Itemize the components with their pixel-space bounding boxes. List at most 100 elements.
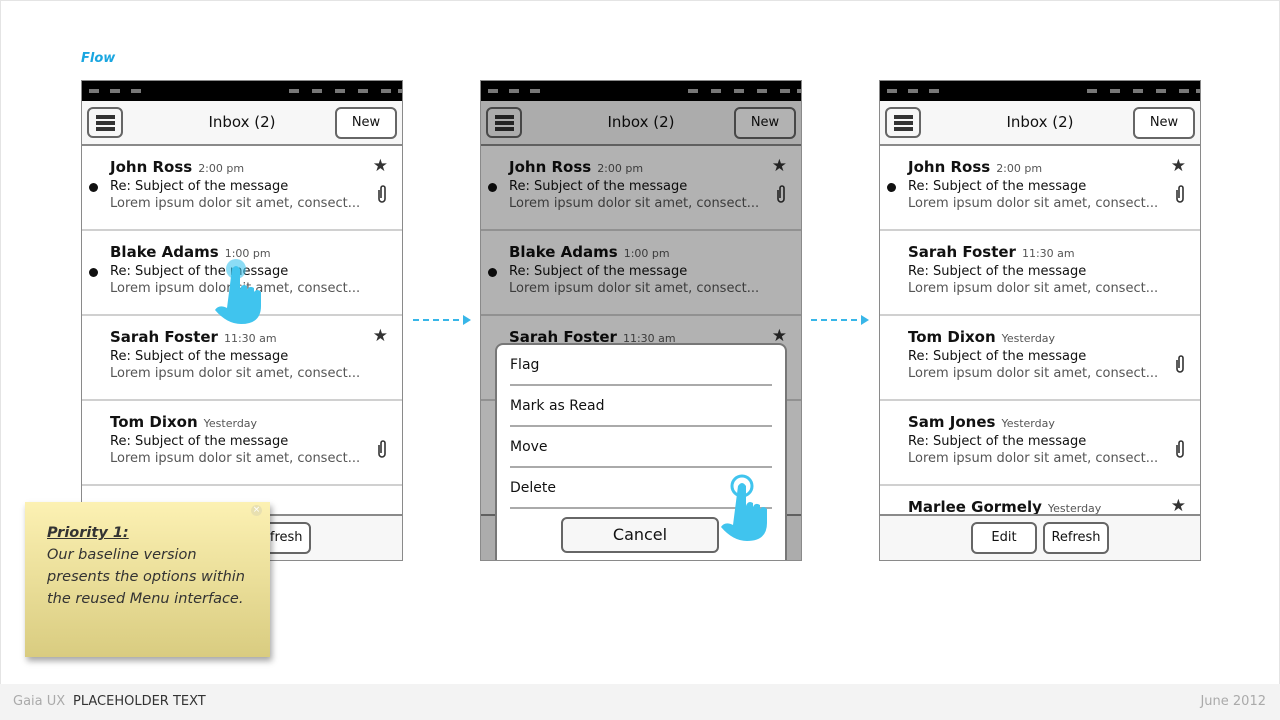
status-indicator — [1196, 89, 1200, 93]
status-indicator — [1110, 89, 1120, 93]
menu-item-flag[interactable]: Flag — [510, 345, 772, 386]
sender: Sam Jones — [908, 413, 996, 431]
unread-dot-icon — [89, 183, 98, 192]
star-icon[interactable]: ★ — [373, 156, 388, 176]
message-time: 2:00 pm — [996, 162, 1043, 175]
sender: Tom Dixon — [908, 328, 996, 346]
status-indicator — [110, 89, 120, 93]
unread-dot-icon — [89, 268, 98, 277]
message-row[interactable]: Tom Dixon Yesterday Re: Subject of the mes… — [82, 401, 402, 486]
sender-name: Sam Jones Yesterday — [908, 413, 1055, 431]
sender: Sarah Foster — [908, 243, 1016, 261]
sticky-heading: Priority 1: — [47, 525, 129, 541]
message-row[interactable]: Sarah Foster 11:30 am Re: Subject of the m… — [880, 231, 1200, 316]
message-time: 11:30 am — [1021, 247, 1075, 260]
tap-hand-icon — [215, 259, 261, 324]
sender-name: Tom Dixon Yesterday — [110, 413, 257, 431]
status-indicator — [1156, 89, 1166, 93]
status-indicator — [757, 89, 767, 93]
message-subject: Re: Subject of the message — [110, 349, 289, 364]
footer-brand: Gaia UX — [13, 694, 66, 709]
footer-toolbar: EditRefresh — [880, 514, 1200, 560]
message-preview: Lorem ipsum dolor sit amet, consect... — [908, 196, 1159, 211]
status-bar — [880, 81, 1200, 101]
close-icon[interactable]: × — [251, 505, 262, 516]
unread-dot-icon — [887, 183, 896, 192]
status-bar — [82, 81, 402, 101]
star-icon[interactable]: ★ — [1171, 156, 1186, 176]
message-subject: Re: Subject of the message — [908, 349, 1087, 364]
sender-name: Tom Dixon Yesterday — [908, 328, 1055, 346]
message-subject: Re: Subject of the message — [908, 264, 1087, 279]
message-time: Yesterday — [1001, 332, 1056, 345]
message-subject: Re: Subject of the message — [908, 434, 1087, 449]
message-row[interactable]: Tom Dixon Yesterday Re: Subject of the mes… — [880, 316, 1200, 401]
message-time: Yesterday — [1001, 417, 1055, 430]
menu-item-move[interactable]: Move — [510, 427, 772, 468]
status-indicator — [509, 89, 519, 93]
cancel-button[interactable]: Cancel — [561, 517, 719, 553]
status-indicator — [381, 89, 391, 93]
attachment-icon — [376, 184, 388, 208]
edit-button[interactable]: Edit — [971, 522, 1037, 554]
status-indicator — [312, 89, 322, 93]
status-indicator — [358, 89, 368, 93]
star-icon[interactable]: ★ — [373, 326, 388, 346]
footer-placeholder: PLACEHOLDER TEXT — [73, 694, 206, 709]
header: Inbox (2) New — [82, 101, 402, 146]
sticky-body: Our baseline version presents the option… — [47, 547, 246, 607]
sender: Sarah Foster — [110, 328, 218, 346]
sender: John Ross — [908, 158, 991, 176]
attachment-icon — [1174, 354, 1186, 378]
status-bar — [481, 81, 801, 101]
status-indicator — [530, 89, 540, 93]
flow-arrow — [413, 315, 471, 325]
sticky-note: × Priority 1: Our baseline version prese… — [25, 502, 270, 657]
message-time: Yesterday — [203, 417, 258, 430]
status-indicator — [908, 89, 918, 93]
attachment-icon — [376, 439, 388, 463]
status-indicator — [929, 89, 939, 93]
star-icon[interactable]: ★ — [1171, 496, 1186, 516]
flow-arrow — [811, 315, 869, 325]
message-preview: Lorem ipsum dolor sit amet, consect... — [110, 196, 361, 211]
message-time: 11:30 am — [223, 332, 277, 345]
status-indicator — [89, 89, 99, 93]
status-indicator — [335, 89, 345, 93]
status-indicator — [1133, 89, 1143, 93]
status-indicator — [1179, 89, 1189, 93]
slide-footer: Gaia UX PLACEHOLDER TEXT June 2012 — [0, 684, 1280, 720]
sender-name: John Ross 2:00 pm — [110, 158, 244, 176]
status-indicator — [887, 89, 897, 93]
message-subject: Re: Subject of the message — [908, 179, 1087, 194]
message-row[interactable]: Sarah Foster 11:30 am Re: Subject of the m… — [82, 316, 402, 401]
new-button[interactable]: New — [1133, 107, 1195, 139]
sender: John Ross — [110, 158, 193, 176]
new-button[interactable]: New — [335, 107, 397, 139]
sender-name: John Ross 2:00 pm — [908, 158, 1042, 176]
message-preview: Lorem ipsum dolor sit amet, consect... — [908, 281, 1159, 296]
message-subject: Re: Subject of the message — [110, 434, 289, 449]
status-indicator — [488, 89, 498, 93]
sender-name: Sarah Foster 11:30 am — [908, 243, 1075, 261]
status-indicator — [797, 89, 801, 93]
menu-item-mark-as-read[interactable]: Mark as Read — [510, 386, 772, 427]
sender: Blake Adams — [110, 243, 219, 261]
status-indicator — [734, 89, 744, 93]
message-preview: Lorem ipsum dolor sit amet, consect... — [908, 366, 1159, 381]
message-row[interactable]: John Ross 2:00 pm Re: Subject of the messa… — [880, 146, 1200, 231]
message-preview: Lorem ipsum dolor sit amet, consect... — [908, 451, 1159, 466]
message-subject: Re: Subject of the message — [110, 179, 289, 194]
message-row[interactable]: John Ross 2:00 pm Re: Subject of the messa… — [82, 146, 402, 231]
status-indicator — [131, 89, 141, 93]
status-indicator — [1087, 89, 1097, 93]
message-row[interactable]: Sam Jones Yesterday Re: Subject of the mes… — [880, 401, 1200, 486]
footer-date: June 2012 — [1200, 694, 1266, 709]
flow-label: Flow — [81, 51, 116, 66]
sender-name: Sarah Foster 11:30 am — [110, 328, 277, 346]
status-indicator — [289, 89, 299, 93]
status-indicator — [398, 89, 402, 93]
message-preview: Lorem ipsum dolor sit amet, consect... — [110, 366, 361, 381]
refresh-button[interactable]: Refresh — [1043, 522, 1109, 554]
status-indicator — [688, 89, 698, 93]
